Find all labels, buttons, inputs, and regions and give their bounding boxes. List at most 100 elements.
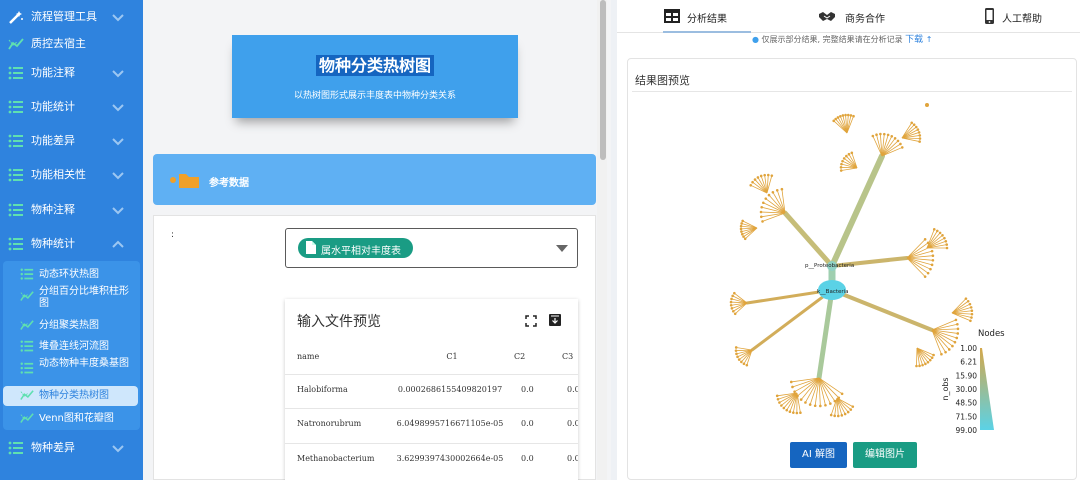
chevron-down-icon[interactable] bbox=[111, 101, 125, 113]
tree-leaf-node bbox=[910, 121, 914, 125]
tree-leaf-node bbox=[882, 132, 886, 136]
tab-3[interactable]: 人工帮助 bbox=[617, 0, 1080, 33]
chevron-down-icon[interactable] bbox=[111, 135, 125, 147]
tree-leaf-node bbox=[844, 113, 847, 117]
selected-file-chip[interactable]: 属水平相对丰度表 bbox=[298, 238, 413, 258]
tab-2[interactable]: 商务合作 bbox=[617, 0, 1080, 33]
tree-leaf-node bbox=[918, 140, 921, 143]
hero-banner: 物种分类热树图 以热树图形式展示丰度表中物种分类关系 bbox=[232, 35, 518, 118]
chevron-up-icon[interactable] bbox=[111, 238, 125, 250]
tree-leaf-node bbox=[804, 401, 807, 404]
fullscreen-icon[interactable] bbox=[525, 315, 537, 327]
tree-leaf-node bbox=[930, 249, 934, 253]
tree-leaf-branch bbox=[762, 212, 786, 222]
submenu-item-4[interactable]: 堆叠连线河流图 bbox=[3, 337, 138, 355]
chevron-down-icon[interactable] bbox=[111, 169, 125, 181]
submenu-item-label: 动态物种丰度桑基图 bbox=[39, 358, 129, 369]
tree-leaf-node bbox=[840, 392, 844, 396]
reference-data-bar[interactable]: 参考数据 bbox=[153, 154, 596, 205]
tree-leaf-node bbox=[759, 174, 763, 178]
sidebar-item-label: 流程管理工具 bbox=[31, 10, 97, 23]
trend-line-icon bbox=[20, 290, 34, 302]
sidebar-item-5[interactable]: 功能差异 bbox=[0, 124, 143, 158]
legend-tick-label: 1.00 bbox=[960, 344, 977, 353]
tab-1[interactable]: 分析结果 bbox=[617, 0, 1080, 33]
chevron-down-icon[interactable] bbox=[111, 204, 125, 216]
table-header-cell: C2 bbox=[514, 352, 526, 361]
tab-label: 人工帮助 bbox=[1002, 14, 1042, 25]
file-select[interactable]: 属水平相对丰度表 bbox=[285, 228, 578, 268]
tree-leaf-branch bbox=[906, 242, 929, 259]
tree-leaf-branch bbox=[836, 397, 852, 410]
page-subtitle: 以热树图形式展示丰度表中物种分类关系 bbox=[293, 91, 456, 101]
tree-leaf-node bbox=[926, 360, 930, 364]
sidebar-item-species-diff[interactable]: 物种差异 bbox=[0, 431, 143, 465]
chevron-down-icon[interactable] bbox=[111, 67, 125, 79]
tree-branch bbox=[829, 153, 885, 269]
tree-leaf-node bbox=[729, 300, 733, 304]
tree-leaf-node bbox=[969, 306, 973, 309]
page-title: 物种分类热树图 bbox=[315, 55, 434, 76]
tree-leaf-node bbox=[740, 222, 743, 225]
tree-leaf-node bbox=[970, 312, 974, 316]
download-arrow-icon[interactable]: ↑ bbox=[926, 35, 933, 44]
table-cell: Halobiforma bbox=[297, 385, 348, 394]
submenu-item-7[interactable]: Venn图和花瓣图 bbox=[3, 409, 138, 427]
tree-leaf-node bbox=[733, 291, 736, 295]
tree-leaf-node bbox=[819, 404, 822, 408]
result-tabs: 分析结果 商务合作 人工帮助 bbox=[617, 0, 1080, 33]
edit-image-button[interactable]: 编辑图片 bbox=[853, 442, 917, 468]
ai-interpret-button[interactable]: AI 解图 bbox=[790, 442, 847, 468]
tree-leaf-node bbox=[739, 224, 743, 228]
submenu-item-1[interactable]: 动态环状热图 bbox=[3, 265, 138, 287]
tree-leaf-node bbox=[836, 414, 840, 418]
legend-tick-label: 30.00 bbox=[956, 385, 978, 394]
table-row-divider bbox=[285, 408, 578, 409]
tree-leaf-node bbox=[851, 405, 855, 408]
tree-leaf-node bbox=[767, 193, 771, 197]
legend-tick-label: 99.00 bbox=[956, 426, 978, 435]
tree-leaf-node bbox=[932, 353, 935, 357]
download-icon[interactable] bbox=[549, 314, 561, 326]
tree-leaf-node bbox=[836, 116, 840, 119]
sidebar-item-3[interactable]: 功能注释 bbox=[0, 56, 143, 90]
table-cell: 0.0 bbox=[521, 419, 534, 428]
tree-leaf-node bbox=[731, 294, 734, 298]
tree-leaf-node bbox=[871, 134, 875, 138]
submenu-item-6[interactable]: 物种分类热树图 bbox=[3, 386, 138, 406]
tree-leaf-node bbox=[776, 397, 780, 401]
chevron-down-icon[interactable] bbox=[111, 11, 125, 23]
table-cell: Natronorubrum bbox=[297, 419, 362, 428]
tree-leaf-node bbox=[742, 362, 746, 366]
trend-line-icon bbox=[20, 319, 34, 331]
tree-leaf-node bbox=[833, 414, 836, 418]
tree-leaf-node bbox=[945, 246, 949, 250]
submenu-item-5[interactable]: 动态物种丰度桑基图 bbox=[3, 358, 138, 384]
submenu-item-2[interactable]: 分组百分比堆积柱形图 bbox=[3, 286, 138, 310]
sidebar-item-7[interactable]: 物种注释 bbox=[0, 193, 143, 227]
sidebar-item-8[interactable]: 物种统计 bbox=[0, 227, 143, 261]
table-cell: 0.0 bbox=[567, 385, 578, 394]
tree-leaf-node bbox=[743, 237, 747, 241]
tree-branch bbox=[830, 288, 934, 332]
tree-leaf-node bbox=[763, 173, 766, 177]
tree-leaf-node bbox=[736, 355, 739, 359]
download-link[interactable]: 下载 bbox=[905, 35, 923, 45]
legend-title: Nodes bbox=[978, 329, 1005, 339]
submenu-item-3[interactable]: 分组聚类热图 bbox=[3, 316, 138, 334]
scrollbar-thumb[interactable] bbox=[600, 0, 606, 160]
table-row-divider bbox=[285, 443, 578, 444]
tree-leaf-node bbox=[762, 201, 765, 205]
sidebar-item-6[interactable]: 功能相关性 bbox=[0, 158, 143, 192]
tree-leaf-node bbox=[930, 356, 934, 360]
tree-leaf-node bbox=[780, 404, 783, 407]
sidebar-item-label: 物种差异 bbox=[31, 441, 75, 454]
tree-leaf-node bbox=[964, 297, 968, 300]
caret-down-icon[interactable] bbox=[556, 245, 568, 253]
tree-leaf-node bbox=[753, 178, 757, 181]
tree-leaf-node bbox=[931, 254, 935, 257]
sidebar-item-4[interactable]: 功能统计 bbox=[0, 90, 143, 124]
chevron-down-icon[interactable] bbox=[111, 442, 125, 454]
tree-leaf-node bbox=[733, 312, 737, 316]
tree-leaf-node bbox=[789, 380, 793, 384]
